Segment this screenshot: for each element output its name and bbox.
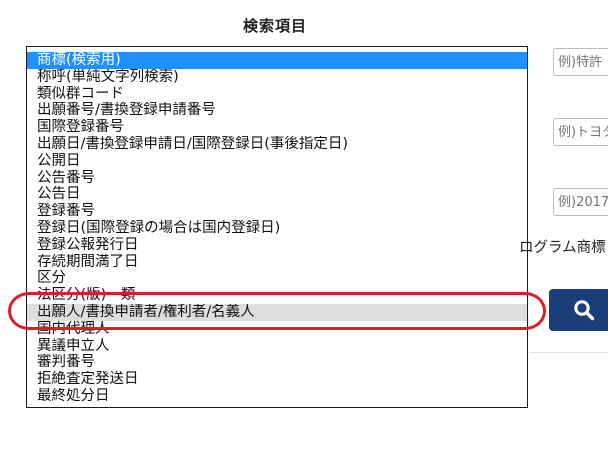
listbox-option[interactable]: 出願番号/書換登録申請番号 <box>27 102 527 119</box>
listbox-option[interactable]: 国内代理人 <box>27 321 527 338</box>
listbox-option[interactable]: 登録番号 <box>27 203 527 220</box>
listbox-option[interactable]: 拒絶査定発送日 <box>27 371 527 388</box>
listbox-option[interactable]: 区分 <box>27 270 527 287</box>
condition-input-1[interactable] <box>553 48 608 76</box>
search-button[interactable] <box>549 289 608 331</box>
listbox-option[interactable]: 審判番号 <box>27 354 527 371</box>
listbox-option[interactable]: 商標(検索用) <box>27 52 527 69</box>
condition-input-2[interactable] <box>553 118 608 146</box>
listbox-option[interactable]: 最終処分日 <box>27 388 527 405</box>
program-trademark-label: ログラム商標 <box>519 240 606 256</box>
magnifier-icon <box>574 300 595 321</box>
listbox-option[interactable]: 出願日/書換登録申請日/国際登録日(事後指定日) <box>27 136 527 153</box>
listbox-option[interactable]: 公告日 <box>27 186 527 203</box>
listbox-option[interactable]: 国際登録番号 <box>27 119 527 136</box>
listbox-option[interactable]: 存続期間満了日 <box>27 254 527 271</box>
divider <box>530 352 608 353</box>
section-title: 検索項目 <box>243 17 308 35</box>
listbox-option[interactable]: 登録日(国際登録の場合は国内登録日) <box>27 220 527 237</box>
page: 検索項目 商標(検索用) 称呼(単純文字列検索) 類似群コード 出願番号/書換登録申請… <box>0 0 608 454</box>
listbox-option[interactable]: 異議申立人 <box>27 338 527 355</box>
listbox-options: 商標(検索用) 称呼(単純文字列検索) 類似群コード 出願番号/書換登録申請番号 国際登… <box>27 52 527 405</box>
listbox-option[interactable]: 公開日 <box>27 153 527 170</box>
listbox-option[interactable]: 登録公報発行日 <box>27 237 527 254</box>
listbox-option[interactable]: 出願人/書換申請者/権利者/名義人 <box>27 303 527 321</box>
listbox-option[interactable]: 称呼(単純文字列検索) <box>27 69 527 86</box>
condition-input-3[interactable] <box>553 188 608 216</box>
listbox-option[interactable]: 法区分(版)・類 <box>27 287 527 304</box>
listbox-option[interactable]: 公告番号 <box>27 170 527 187</box>
listbox-option[interactable]: 類似群コード <box>27 86 527 103</box>
search-field-listbox[interactable]: 商標(検索用) 称呼(単純文字列検索) 類似群コード 出願番号/書換登録申請番号 国際登… <box>26 46 528 408</box>
